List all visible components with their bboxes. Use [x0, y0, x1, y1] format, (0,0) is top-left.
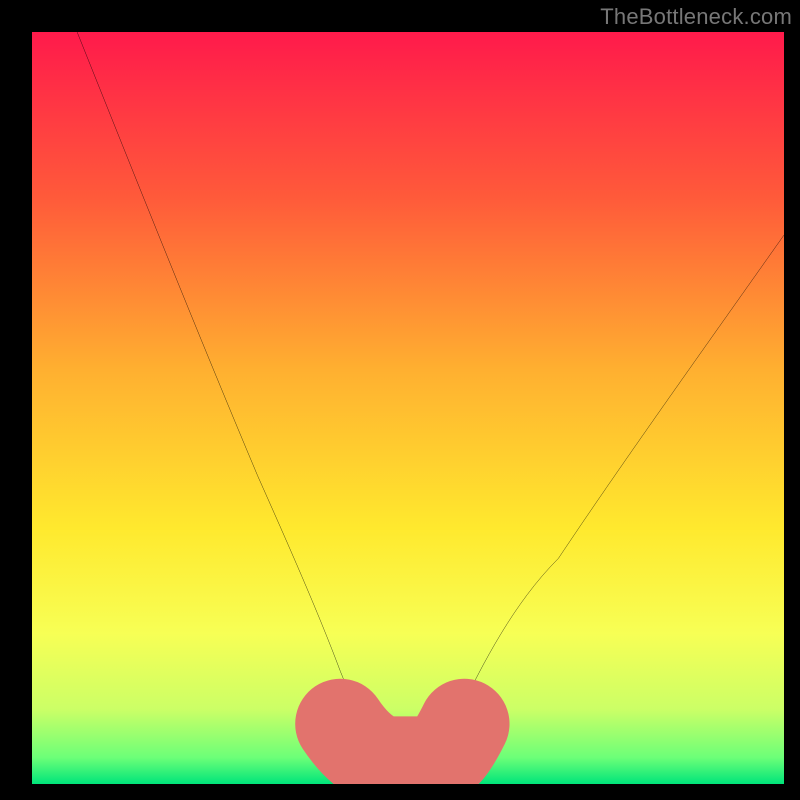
curve-layer: [32, 32, 784, 784]
chart-frame: TheBottleneck.com: [0, 0, 800, 800]
watermark-text: TheBottleneck.com: [600, 4, 792, 30]
bottleneck-curve: [77, 32, 784, 761]
optimal-band: [340, 724, 464, 762]
plot-area: [32, 32, 784, 784]
